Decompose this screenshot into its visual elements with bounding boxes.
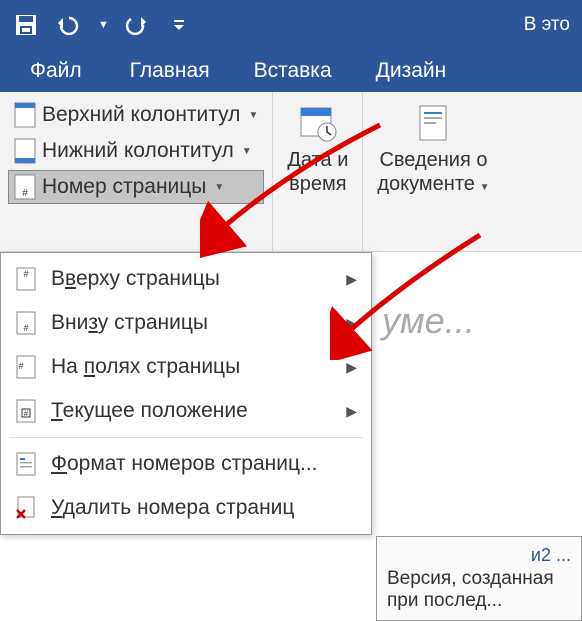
page-number-button[interactable]: # Номер страницы ▼ [8, 170, 264, 204]
tab-file[interactable]: Файл [4, 50, 108, 92]
submenu-arrow-icon: ▶ [346, 403, 357, 420]
svg-text:#: # [23, 323, 28, 333]
menu-label: Внизу страницы [51, 311, 208, 335]
version-description: Версия, созданная при послед... [387, 568, 571, 612]
menu-label: Формат номеров страниц... [51, 452, 318, 476]
current-position-icon: # [16, 399, 36, 423]
redo-icon [125, 15, 149, 35]
save-button[interactable] [12, 11, 40, 39]
menu-label: Вверху страницы [51, 267, 220, 291]
svg-text:#: # [22, 188, 28, 199]
quick-access-toolbar: ▼ [12, 11, 193, 39]
version-link[interactable]: и2 ... [387, 545, 571, 566]
ribbon-tabs: Файл Главная Вставка Дизайн [0, 50, 582, 92]
document-versions-panel[interactable]: и2 ... Версия, созданная при послед... [376, 536, 582, 621]
menu-label: На полях страницы [51, 355, 240, 379]
customize-icon [172, 18, 186, 32]
page-number-icon: # [14, 174, 36, 200]
qat-customize-button[interactable] [165, 11, 193, 39]
menu-page-margins[interactable]: # На полях страницы ▶ [1, 345, 371, 389]
ribbon: Верхний колонтитул ▼ Нижний колонтитул ▼… [0, 92, 582, 252]
chevron-down-icon: ▼ [242, 146, 252, 157]
doc-info-label-1: Сведения о [379, 148, 487, 172]
date-time-label-1: Дата и [287, 148, 348, 172]
undo-dropdown-icon[interactable]: ▼ [98, 19, 109, 31]
menu-current-position[interactable]: # Текущее положение ▶ [1, 389, 371, 433]
footer-button[interactable]: Нижний колонтитул ▼ [8, 134, 264, 168]
header-label: Верхний колонтитул [42, 103, 240, 127]
document-info-icon [412, 102, 454, 144]
footer-label: Нижний колонтитул [42, 139, 234, 163]
date-time-group: Дата и время [272, 92, 362, 251]
undo-icon [55, 15, 81, 35]
header-footer-group: Верхний колонтитул ▼ Нижний колонтитул ▼… [0, 92, 272, 251]
header-icon [14, 102, 36, 128]
doc-info-label-2: документе [377, 173, 475, 195]
footer-icon [14, 138, 36, 164]
submenu-arrow-icon: ▶ [346, 315, 357, 332]
tab-insert[interactable]: Вставка [232, 50, 354, 92]
doc-info-button[interactable]: Сведения о документе ▼ [369, 98, 497, 200]
date-time-button[interactable]: Дата и время [279, 98, 356, 200]
title-text: В это [524, 14, 570, 36]
page-margins-icon: # [16, 355, 36, 379]
title-bar: ▼ В это [0, 0, 582, 50]
submenu-arrow-icon: ▶ [346, 359, 357, 376]
chevron-down-icon: ▼ [477, 182, 490, 193]
save-icon [14, 13, 38, 37]
menu-label: Удалить номера страниц [51, 496, 294, 520]
page-top-icon: # [16, 267, 36, 291]
page-number-menu: # Вверху страницы ▶ # Внизу страницы ▶ #… [0, 252, 372, 535]
menu-label: Текущее положение [51, 399, 248, 423]
chevron-down-icon: ▼ [214, 182, 224, 193]
page-number-label: Номер страницы [42, 175, 206, 199]
menu-remove-numbers[interactable]: Удалить номера страниц [1, 486, 371, 530]
svg-text:#: # [24, 409, 29, 418]
svg-text:#: # [23, 269, 28, 279]
page-bottom-icon: # [16, 311, 36, 335]
submenu-arrow-icon: ▶ [346, 271, 357, 288]
menu-bottom-of-page[interactable]: # Внизу страницы ▶ [1, 301, 371, 345]
menu-separator [9, 437, 363, 438]
remove-icon [15, 496, 37, 520]
svg-text:#: # [18, 361, 23, 371]
doc-info-group: Сведения о документе ▼ [362, 92, 503, 251]
document-placeholder: уме... [372, 280, 582, 362]
menu-format-numbers[interactable]: Формат номеров страниц... [1, 442, 371, 486]
tab-home[interactable]: Главная [108, 50, 232, 92]
tab-design[interactable]: Дизайн [354, 50, 469, 92]
format-icon [16, 452, 36, 476]
calendar-clock-icon [297, 102, 339, 144]
menu-top-of-page[interactable]: # Вверху страницы ▶ [1, 257, 371, 301]
undo-button[interactable] [54, 11, 82, 39]
header-button[interactable]: Верхний колонтитул ▼ [8, 98, 264, 132]
redo-button[interactable] [123, 11, 151, 39]
date-time-label-2: время [289, 172, 346, 196]
chevron-down-icon: ▼ [248, 110, 258, 121]
